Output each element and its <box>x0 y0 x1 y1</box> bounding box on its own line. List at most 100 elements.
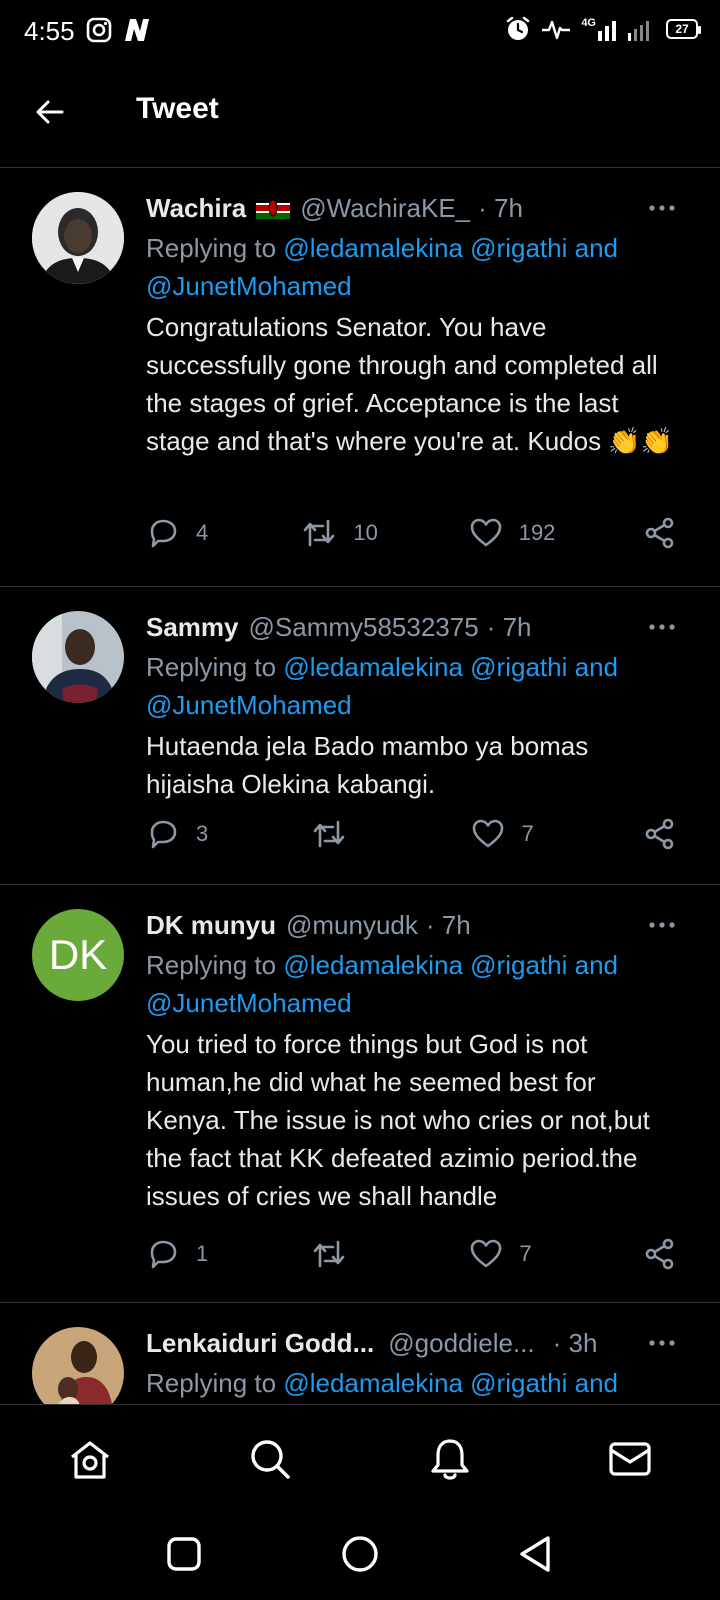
replying-to-label: Replying to <box>146 950 277 980</box>
page-title: Tweet <box>136 92 219 125</box>
like-button[interactable]: 7 <box>469 1238 644 1270</box>
notifications-icon[interactable] <box>426 1435 474 1483</box>
avatar-image <box>32 192 124 284</box>
reply-icon <box>150 1240 177 1269</box>
mention-link[interactable]: @rigathi <box>470 233 567 263</box>
more-options-icon[interactable] <box>644 909 680 941</box>
battery-icon: 27 <box>666 19 701 39</box>
display-name[interactable]: DK munyu <box>146 910 276 941</box>
mention-link[interactable]: @ledamalekina <box>283 233 463 263</box>
messages-icon[interactable] <box>606 1435 654 1483</box>
timestamp: · 7h <box>478 192 523 223</box>
share-button[interactable] <box>644 517 676 549</box>
heart-icon <box>473 819 504 848</box>
reply-icon <box>150 820 177 849</box>
tweet[interactable]: Sammy @Sammy58532375 · 7h Replying to @l… <box>0 587 720 885</box>
tweet[interactable]: Lenkaiduri Godd... @goddiele... · 3h Rep… <box>0 1303 720 1404</box>
timestamp: · 3h <box>552 1327 598 1358</box>
tweet-text: You tried to force things but God is not… <box>146 1029 650 1211</box>
mention-link[interactable]: @ledamalekina <box>283 950 463 980</box>
heart-icon <box>470 518 502 547</box>
app-n-icon <box>125 19 149 41</box>
handle[interactable]: @munyudk <box>286 910 418 941</box>
retweet-count: 10 <box>353 520 378 545</box>
avatar[interactable] <box>32 1327 124 1404</box>
replying-to-label: Replying to <box>146 652 277 682</box>
avatar-initials: DK <box>48 931 108 978</box>
share-icon <box>645 1238 674 1270</box>
handle[interactable]: @Sammy58532375 <box>249 612 479 643</box>
avatar[interactable] <box>32 192 124 284</box>
like-count: 7 <box>521 821 534 846</box>
display-name[interactable]: Sammy <box>146 612 239 643</box>
reply-button[interactable]: 3 <box>146 817 311 851</box>
reply-count: 1 <box>196 1241 209 1266</box>
retweet-icon <box>304 519 335 547</box>
like-count: 7 <box>519 1241 532 1266</box>
more-options-icon[interactable] <box>644 192 680 224</box>
activity-icon <box>542 20 571 40</box>
battery-level: 27 <box>675 22 689 36</box>
handle[interactable]: @goddiele... <box>388 1328 534 1359</box>
recents-icon[interactable] <box>162 1532 206 1576</box>
share-icon <box>645 517 674 549</box>
reply-button[interactable]: 4 <box>146 516 301 550</box>
arrow-left-icon[interactable] <box>32 94 68 130</box>
tweet[interactable]: DK DK munyu @munyudk · 7h Replying to @l… <box>0 885 720 1303</box>
status-time: 4:55 <box>24 16 75 46</box>
home-circle-icon[interactable] <box>338 1532 382 1576</box>
more-options-icon[interactable] <box>644 1327 680 1359</box>
mention-link[interactable]: @ledamalekina <box>283 652 463 682</box>
retweet-icon <box>313 1240 344 1268</box>
heart-icon <box>471 1239 502 1268</box>
like-button[interactable]: 7 <box>471 818 644 850</box>
mention-link[interactable]: @ledamalekina <box>283 1368 463 1398</box>
more-options-icon[interactable] <box>644 611 680 643</box>
network-type: 4G <box>581 17 596 29</box>
search-icon[interactable] <box>246 1435 294 1483</box>
instagram-icon <box>86 17 112 43</box>
top-app-bar: Tweet <box>0 64 720 168</box>
reply-count: 4 <box>196 520 209 545</box>
mention-and[interactable]: and <box>575 1368 618 1398</box>
replying-to-label: Replying to <box>146 233 277 263</box>
share-button[interactable] <box>644 1238 676 1270</box>
kenya-flag-icon <box>256 197 291 219</box>
mention-and[interactable]: and <box>575 233 618 263</box>
avatar[interactable]: DK <box>32 909 124 1001</box>
avatar-image <box>32 611 124 703</box>
mention-link[interactable]: @rigathi <box>470 652 567 682</box>
reply-button[interactable]: 1 <box>146 1237 311 1271</box>
avatar-image <box>32 1327 124 1404</box>
mention-link[interactable]: @rigathi <box>470 1368 567 1398</box>
mention-link[interactable]: @JunetMohamed <box>146 988 352 1018</box>
tweet[interactable]: Wachira @WachiraKE_ · 7h Replying to @le… <box>0 168 720 587</box>
mention-link[interactable]: @rigathi <box>470 950 567 980</box>
home-icon[interactable] <box>66 1435 114 1483</box>
status-bar: 4:55 4G 27 <box>0 0 720 64</box>
reply-feed[interactable]: Wachira @WachiraKE_ · 7h Replying to @le… <box>0 168 720 1404</box>
tweet-text: Congratulations Senator. You have succes… <box>146 312 674 456</box>
retweet-button[interactable] <box>311 818 472 850</box>
mention-link[interactable]: @JunetMohamed <box>146 271 352 301</box>
replying-to: Replying to @ledamalekina @rigathi and @… <box>146 648 680 724</box>
avatar[interactable] <box>32 611 124 703</box>
mention-and[interactable]: and <box>575 652 618 682</box>
replying-to: Replying to @ledamalekina @rigathi and <box>146 1364 680 1402</box>
back-triangle-icon[interactable] <box>514 1532 558 1576</box>
display-name[interactable]: Lenkaiduri Godd... <box>146 1328 374 1359</box>
like-button[interactable]: 192 <box>469 517 644 549</box>
display-name[interactable]: Wachira <box>146 193 246 224</box>
share-icon <box>645 818 674 850</box>
retweet-button[interactable] <box>311 1238 470 1270</box>
retweet-icon <box>313 820 344 848</box>
share-button[interactable] <box>644 818 676 850</box>
alarm-icon <box>507 16 530 40</box>
mention-and[interactable]: and <box>575 950 618 980</box>
like-count: 192 <box>518 520 556 545</box>
handle[interactable]: @WachiraKE_ <box>300 193 470 224</box>
replying-to: Replying to @ledamalekina @rigathi and @… <box>146 229 680 305</box>
replying-to-label: Replying to <box>146 1368 277 1398</box>
mention-link[interactable]: @JunetMohamed <box>146 690 352 720</box>
retweet-button[interactable]: 10 <box>301 517 468 549</box>
